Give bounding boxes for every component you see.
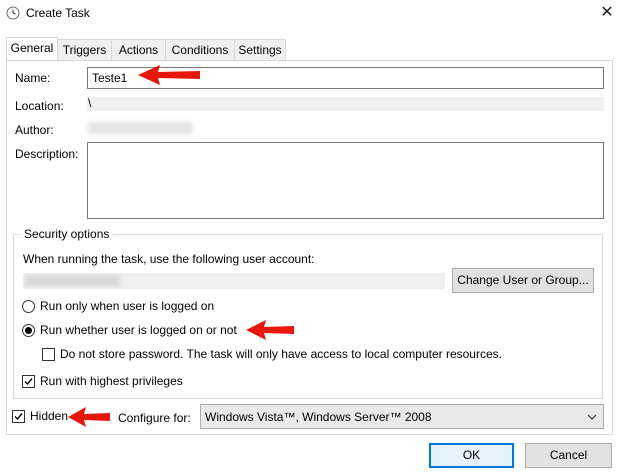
tab-settings[interactable]: Settings [234,39,286,60]
cancel-button[interactable]: Cancel [525,443,612,468]
radio-run-whether-logged-on-label[interactable]: Run whether user is logged on or not [40,323,237,337]
checkmark-icon [14,413,23,421]
annotation-arrow-icon [68,407,110,427]
account-prompt: When running the task, use the following… [23,252,315,266]
location-value: \ [88,96,92,110]
configure-for-select[interactable]: Windows Vista™, Windows Server™ 2008 [200,404,604,429]
name-label: Name: [15,71,51,85]
highest-privileges-label[interactable]: Run with highest privileges [40,374,183,388]
name-input-value: Teste1 [92,71,128,85]
checkbox-highest-privileges[interactable] [22,375,35,388]
checkmark-icon [24,378,33,386]
location-field [87,97,604,111]
do-not-store-password-label[interactable]: Do not store password. The task will onl… [60,347,502,361]
description-textarea[interactable] [87,142,604,219]
annotation-arrow-icon [246,320,294,340]
author-label: Author: [15,123,54,137]
annotation-arrow-icon [138,65,200,85]
close-icon[interactable]: ✕ [598,4,616,22]
chevron-down-icon [587,414,597,420]
checkbox-hidden[interactable] [12,410,25,423]
tab-triggers[interactable]: Triggers [57,39,112,60]
configure-for-label: Configure for: [118,411,191,425]
hidden-label[interactable]: Hidden [30,409,68,423]
description-label: Description: [15,147,79,161]
author-value-redacted [88,122,193,134]
change-user-button[interactable]: Change User or Group... [452,268,594,293]
security-options-title: Security options [20,227,114,241]
window-title: Create Task [26,6,90,20]
location-label: Location: [15,99,64,113]
radio-run-whether-logged-on[interactable] [22,324,35,337]
tab-conditions[interactable]: Conditions [165,39,235,60]
radio-run-only-logged-on-label[interactable]: Run only when user is logged on [40,299,214,313]
user-account-field [23,273,445,289]
checkbox-do-not-store-password[interactable] [42,348,55,361]
configure-for-value: Windows Vista™, Windows Server™ 2008 [205,410,432,424]
ok-button[interactable]: OK [429,443,514,468]
user-account-redacted [25,276,120,286]
title-bar [0,0,619,28]
tab-actions[interactable]: Actions [111,39,166,60]
tab-general[interactable]: General [6,37,58,60]
radio-run-only-logged-on[interactable] [22,300,35,313]
clock-icon [6,6,20,20]
